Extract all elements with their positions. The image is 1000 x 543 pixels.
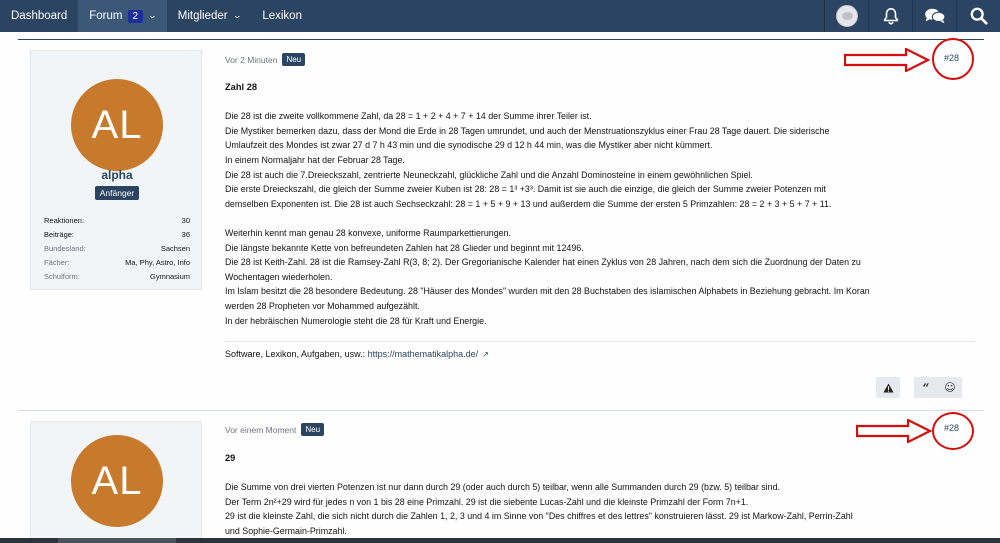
horizontal-scrollbar[interactable] (0, 538, 1000, 543)
post-divider (18, 410, 984, 411)
post-timestamp[interactable]: Vor 2 Minuten (225, 55, 277, 65)
post-line: Die 28 ist auch die 7.Dreieckszahl, zent… (225, 169, 753, 180)
post-content: 29 Die Summe von drei vierten Potenzen i… (225, 451, 975, 539)
post-line: Die 28 ist die zweite vollkommene Zahl, … (225, 111, 592, 122)
stat-subjects: Fächer: Ma, Phy, Astro, Info (44, 258, 190, 267)
stat-state: Bundesland: Sachsen (44, 244, 190, 253)
bell-icon (883, 7, 898, 25)
stat-label: Beiträge: (44, 230, 75, 239)
quote-icon: “ (922, 380, 930, 395)
nav-dashboard-label: Dashboard (11, 10, 68, 22)
top-navigation-bar: Dashboard Forum 2 ⌄ Mitglieder ⌄ Lexikon (0, 0, 1000, 32)
stat-value: 30 (181, 216, 190, 225)
post-title: 29 (225, 453, 236, 463)
user-rank-badge: Anfänger (95, 186, 139, 200)
user-info-panel: AL alpha Anfänger Reaktionen: 30 Beiträge… (30, 50, 202, 290)
account-avatar-button[interactable] (824, 0, 868, 32)
avatar (835, 5, 858, 27)
stat-label: Fächer: (44, 258, 70, 267)
search-icon (970, 7, 988, 25)
nav-forum[interactable]: Forum 2 ⌄ (78, 0, 167, 32)
stat-label: Reaktionen: (44, 216, 85, 225)
post-line: Die längste bekannte Kette von befreunde… (225, 242, 584, 253)
user-avatar[interactable]: AL (71, 79, 163, 171)
new-badge: Neu (301, 423, 325, 436)
external-link-icon: ↗ (482, 350, 489, 359)
stat-value: Sachsen (160, 244, 190, 253)
post-line: Die erste Dreieckszahl, die gleich der S… (225, 184, 826, 195)
post-line: Der Term 2n²+29 wird für jedes n von 1 b… (225, 496, 749, 507)
nav-dashboard[interactable]: Dashboard (0, 0, 78, 32)
content-top-divider (18, 39, 984, 40)
main-nav: Dashboard Forum 2 ⌄ Mitglieder ⌄ Lexikon (0, 0, 313, 32)
warning-icon (883, 382, 893, 393)
post-line: Im Islam besitzt die 28 besondere Bedeut… (225, 286, 870, 297)
post-title: Zahl 28 (225, 82, 258, 92)
annotation-circle (932, 412, 974, 450)
nav-lexikon[interactable]: Lexikon (251, 0, 313, 32)
annotation-arrow (856, 419, 932, 443)
forum-count-badge: 2 (127, 9, 144, 23)
react-button[interactable]: ☺ (938, 377, 962, 398)
post-line: Weiterhin kennt man genau 28 konvexe, un… (225, 227, 511, 238)
search-button[interactable] (956, 0, 1000, 32)
post-line: 29 ist die kleinste Zahl, die sich nicht… (225, 511, 853, 522)
post-line: Die Mystiker bemerken dazu, dass der Mon… (225, 125, 830, 136)
post-meta: Vor einem Moment Neu (225, 423, 325, 436)
annotation-circle (932, 38, 974, 80)
post-content: Zahl 28 Die 28 ist die zweite vollkommen… (225, 80, 975, 328)
nav-mitglieder[interactable]: Mitglieder ⌄ (167, 0, 252, 32)
quote-button[interactable]: “ (914, 377, 938, 398)
post-line: Wochentagen wiederholen. (225, 271, 333, 282)
post-line: In der hebräischen Numerologie steht die… (225, 315, 487, 326)
signature-link[interactable]: https://mathematikalpha.de/ (368, 349, 479, 359)
chevron-down-icon[interactable]: ⌄ (148, 1, 157, 31)
signature-text: Software, Lexikon, Aufgaben, usw.: (225, 349, 368, 359)
signature: Software, Lexikon, Aufgaben, usw.: https… (225, 349, 489, 359)
alerts-button[interactable] (868, 0, 912, 32)
stat-value: Gymnasium (149, 272, 190, 281)
stat-school: Schulform: Gymnasium (44, 272, 190, 281)
post-timestamp[interactable]: Vor einem Moment (225, 425, 296, 435)
scrollbar-thumb[interactable] (58, 538, 176, 543)
stat-value: 36 (181, 230, 190, 239)
stat-reactions: Reaktionen: 30 (44, 216, 190, 225)
stat-value: Ma, Phy, Astro, Info (125, 258, 190, 267)
post-line: In einem Normaljahr hat der Februar 28 T… (225, 154, 405, 165)
post-line: Die 28 ist Keith-Zahl. 28 ist die Ramsey… (225, 257, 861, 268)
stat-label: Schulform: (44, 272, 80, 281)
nav-mitglieder-label: Mitglieder (177, 10, 228, 22)
smile-icon: ☺ (944, 381, 956, 394)
user-avatar[interactable]: AL (71, 435, 163, 527)
nav-lexikon-label: Lexikon (262, 10, 302, 22)
post-line: Die Summe von drei vierten Potenzen ist … (225, 482, 780, 493)
nav-forum-label: Forum (89, 10, 123, 22)
user-info-panel: AL (30, 421, 202, 543)
chat-bubbles-icon (924, 8, 945, 24)
annotation-arrow (844, 48, 930, 72)
post-line: Umlaufzeit des Mondes ist zwar 27 d 7 h … (225, 140, 713, 151)
new-badge: Neu (282, 53, 306, 66)
signature-divider (225, 341, 975, 342)
report-button[interactable] (876, 377, 900, 398)
chevron-down-icon[interactable]: ⌄ (232, 1, 241, 31)
conversations-button[interactable] (912, 0, 956, 32)
post-line: und Sophie-Germain-Primzahl. (225, 525, 347, 536)
post-meta: Vor 2 Minuten Neu (225, 53, 306, 66)
stat-label: Bundesland: (44, 244, 86, 253)
username-link[interactable]: alpha (31, 168, 203, 182)
post-line: werden 28 Propheten vor Mohammed aufgezä… (225, 300, 420, 311)
nav-user-tools (824, 0, 1000, 32)
post-line: demselben Exponenten ist. Die 28 ist auc… (225, 198, 832, 209)
stat-posts: Beiträge: 36 (44, 230, 190, 239)
